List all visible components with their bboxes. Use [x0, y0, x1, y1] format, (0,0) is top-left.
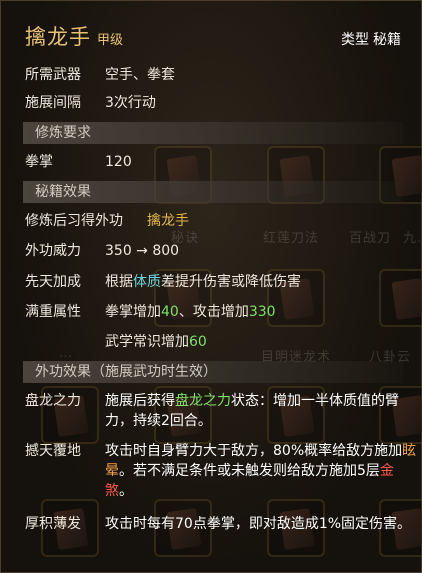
effect-label: 撼天覆地	[25, 443, 81, 459]
background-label: 百战刀	[349, 231, 392, 246]
innate-label: 先天加成	[25, 274, 81, 290]
effect-text: 施展后获得	[105, 393, 175, 409]
full-weight-text: 武学常识增加	[105, 334, 189, 350]
power-label: 外功威力	[25, 243, 81, 259]
cultivation-section-header: 修炼要求	[23, 122, 403, 144]
full-weight-text: 、攻击增加	[178, 304, 249, 320]
full-weight-number: 330	[248, 304, 276, 320]
innate-text: 差提升伤害或降低伤害	[161, 274, 301, 290]
book-icon	[391, 278, 422, 320]
innate-text: 根据	[105, 274, 133, 290]
full-weight-number: 60	[189, 334, 207, 350]
effect-label: 厚积薄发	[25, 516, 81, 532]
grade-label: 甲级	[97, 33, 124, 48]
effect-text: 攻击时自身臂力大于敌方，80%概率给敌方施加	[105, 443, 403, 459]
type-label: 类型	[341, 32, 369, 48]
innate-attribute: 体质	[133, 274, 161, 290]
weapon-value: 空手、拳套	[105, 67, 175, 83]
status-name: 盘龙之力	[175, 393, 231, 409]
effect-label: 盘龙之力	[25, 393, 81, 409]
requirement-value: 120	[105, 154, 132, 170]
effect-description: 攻击时每有70点拳掌，即对敌造成1%固定伤害。	[105, 516, 412, 532]
full-weight-text: 拳掌增加	[105, 304, 161, 320]
effect-description: 施展后获得盘龙之力状态：增加一半体质值的臂力，持续2回合。	[105, 391, 421, 431]
full-weight-number: 40	[161, 304, 179, 320]
interval-label: 施展间隔	[25, 95, 81, 111]
skill-book-title: 擒龙手	[25, 25, 91, 49]
effects-section-header: 秘籍效果	[23, 181, 403, 203]
background-label: 九…	[403, 231, 422, 246]
background-label: …	[59, 346, 73, 361]
effect-text: 。	[119, 483, 133, 499]
requirement-label: 拳掌	[25, 154, 53, 170]
full-weight-value-2: 武学常识增加60	[105, 332, 207, 352]
effect-text: 。若不满足条件或未触发则给敌方施加5层	[119, 463, 380, 479]
tooltip-header: 擒龙手 甲级 类型 秘籍	[25, 21, 401, 53]
learn-value: 擒龙手	[147, 213, 189, 229]
skill-book-tooltip: 秘诀 红莲刀法 百战刀 九… 目明迷龙术 八卦云 … 擒龙手 甲级 类型 秘籍 …	[0, 0, 422, 573]
background-book-slot	[379, 269, 422, 327]
interval-value: 3次行动	[105, 95, 156, 111]
weapon-label: 所需武器	[25, 67, 81, 83]
full-weight-value-1: 拳掌增加40、攻击增加330	[105, 302, 276, 322]
full-weight-label: 满重属性	[25, 304, 81, 320]
background-label: 红莲刀法	[263, 231, 320, 246]
power-value: 350 → 800	[105, 243, 180, 259]
skill-effects-section-header: 外功效果（施展武功时生效）	[23, 361, 403, 383]
innate-value: 根据体质差提升伤害或降低伤害	[105, 272, 301, 292]
type-value: 秘籍	[373, 32, 401, 48]
learn-label: 修炼后习得外功	[25, 213, 123, 229]
effect-description: 攻击时自身臂力大于敌方，80%概率给敌方施加眩晕。若不满足条件或未触发则给敌方施…	[105, 441, 421, 501]
